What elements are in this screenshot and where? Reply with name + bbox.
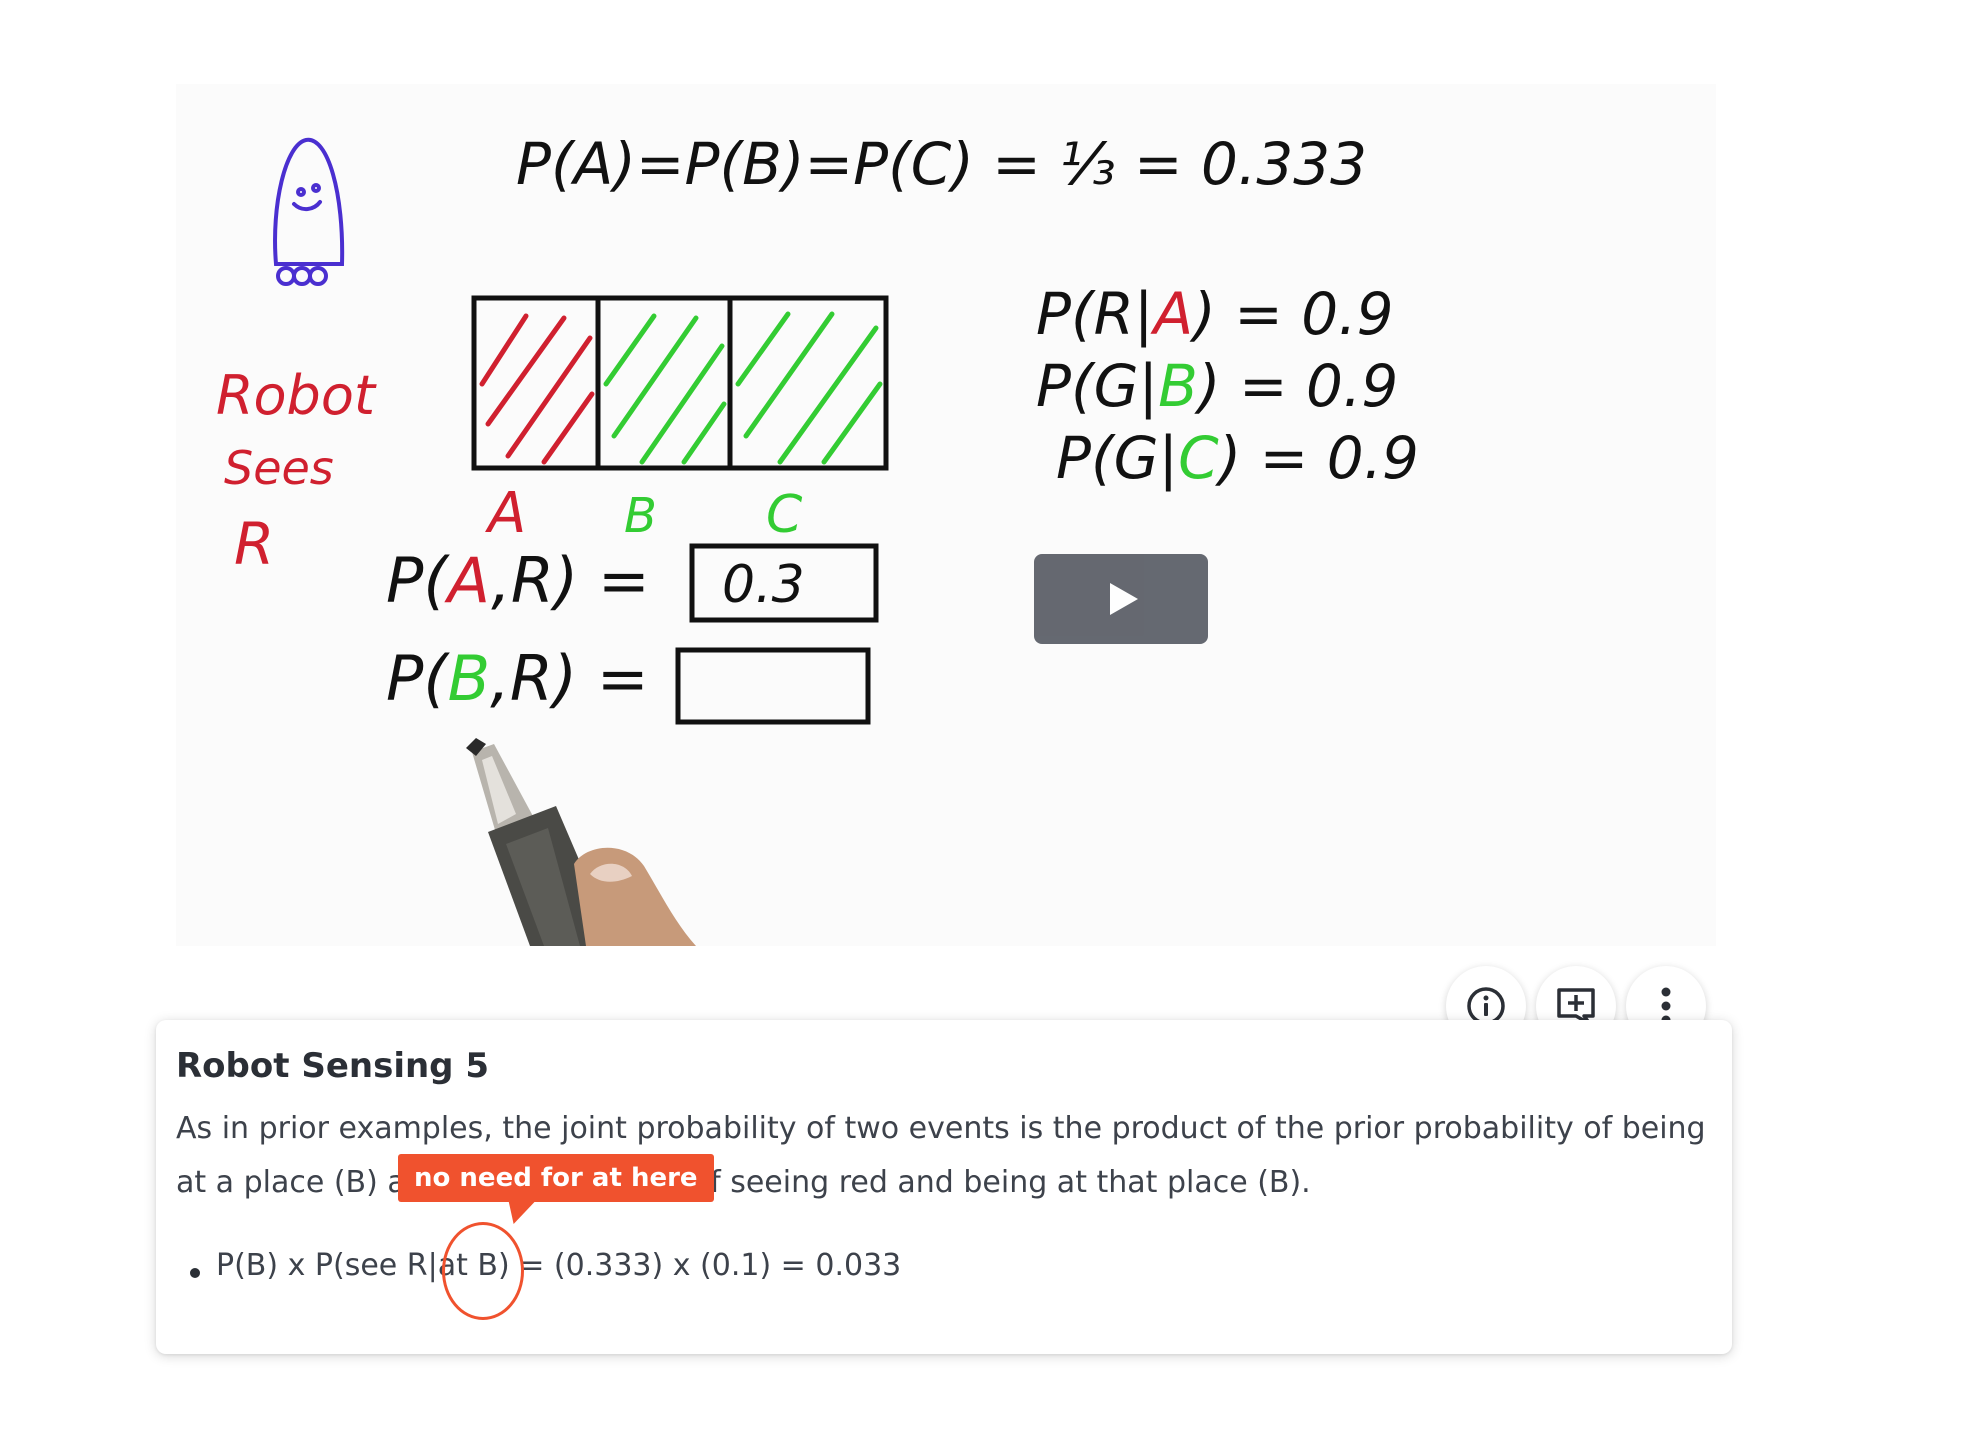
description-line-2-end: of seeing red and being at that place (B…: [691, 1165, 1311, 1200]
formula-list: P(B) x P(see R|at B) = (0.333) x (0.1) =…: [189, 1248, 902, 1283]
whiteboard-drawing: Robot Sees R P(A)=P(B)=P(C) = ⅓ = 0.333: [216, 130, 1419, 946]
annotation-highlight-circle: [442, 1222, 524, 1320]
lesson-title: Robot Sensing 5: [176, 1046, 490, 1086]
robot-label-line-1: Robot: [216, 364, 377, 427]
joint-row-b: P(B,R) =: [386, 642, 649, 715]
joint-row-a: P(A,R) =: [386, 544, 650, 617]
robot-doodle-icon: [273, 137, 345, 286]
joint-box-a-value: 0.3: [722, 555, 805, 615]
measurement-line-3: P(G|C) = 0.9: [1056, 424, 1419, 492]
world-cells: [471, 295, 889, 471]
annotation-comment[interactable]: no need for at here: [398, 1154, 714, 1202]
lesson-card: Robot Sensing 5 As in prior examples, th…: [156, 1020, 1732, 1354]
video-player[interactable]: Robot Sees R P(A)=P(B)=P(C) = ⅓ = 0.333: [176, 84, 1716, 946]
prior-equation: P(A)=P(B)=P(C) = ⅓ = 0.333: [516, 130, 1367, 198]
description-line-2-start: at a place (B) a: [176, 1165, 406, 1200]
measurement-line-2: P(G|B) = 0.9: [1036, 352, 1398, 420]
cell-label-b: B: [624, 488, 657, 544]
play-button[interactable]: [1034, 554, 1208, 644]
robot-label-line-3: R: [234, 510, 274, 578]
cell-label-a: A: [485, 481, 526, 546]
formula-list-item: P(B) x P(see R|at B) = (0.333) x (0.1) =…: [189, 1248, 902, 1283]
cell-label-c: C: [766, 485, 803, 545]
play-icon: [1110, 583, 1138, 615]
pen-hand-image: [466, 738, 696, 946]
joint-box-b: [675, 647, 871, 725]
measurement-line-1: P(R|A) = 0.9: [1036, 280, 1393, 348]
robot-label-line-2: Sees: [224, 441, 334, 495]
description-line-1: As in prior examples, the joint probabil…: [176, 1111, 1706, 1146]
